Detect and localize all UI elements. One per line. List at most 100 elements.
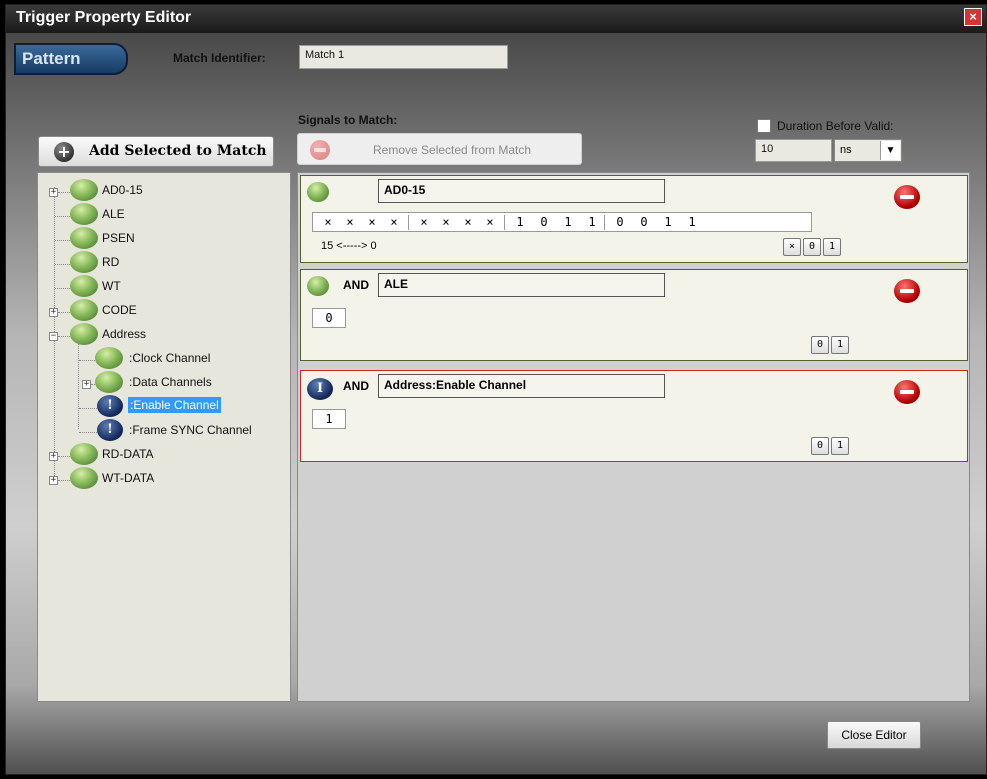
tree-item-label: ALE: [102, 207, 125, 221]
tree-item-label: RD: [102, 255, 120, 269]
signal-status-icon: [70, 251, 98, 273]
signal-status-icon: [95, 371, 123, 393]
collapse-icon[interactable]: −: [49, 332, 58, 341]
add-selected-label: Add Selected to Match: [89, 143, 267, 159]
match-condition-ale[interactable]: AND ALE 0 0 1: [300, 269, 968, 361]
bit-cell[interactable]: 1: [656, 215, 680, 229]
bit-cell[interactable]: 1: [556, 215, 580, 229]
tree-item[interactable]: ! :Enable Channel: [38, 395, 278, 417]
delete-match-icon[interactable]: [894, 380, 920, 404]
tree-item[interactable]: :Clock Channel: [38, 347, 278, 369]
close-window-icon[interactable]: ×: [964, 8, 982, 26]
tree-item[interactable]: + WT-DATA: [38, 467, 278, 489]
bit-cell[interactable]: 0: [632, 215, 656, 229]
tree-item-label: RD-DATA: [102, 447, 154, 461]
delete-match-icon[interactable]: [894, 279, 920, 303]
tree-item-label: AD0-15: [102, 183, 143, 197]
expand-icon[interactable]: +: [49, 308, 58, 317]
bit-cell[interactable]: ×: [456, 215, 480, 229]
signal-status-icon: [70, 467, 98, 489]
signal-status-icon: [70, 443, 98, 465]
tree-item[interactable]: + :Data Channels: [38, 371, 278, 393]
expand-icon[interactable]: +: [49, 188, 58, 197]
duration-value-input[interactable]: 10: [755, 139, 832, 162]
add-selected-to-match-button[interactable]: + Add Selected to Match: [38, 136, 274, 167]
signal-status-icon: [70, 299, 98, 321]
signal-status-icon: [70, 323, 98, 345]
set-one-button[interactable]: 1: [831, 437, 849, 455]
match-list: AD0-15 × × × × × × × × 1 0 1 1 0 0 1 1 1…: [297, 172, 970, 702]
tree-item[interactable]: RD: [38, 251, 278, 273]
duration-label: Duration Before Valid:: [777, 119, 894, 133]
signal-status-icon: [70, 203, 98, 225]
bit-cell[interactable]: ×: [382, 215, 406, 229]
info-icon: I: [307, 378, 333, 400]
signals-to-match-label: Signals to Match:: [298, 113, 398, 127]
match-signal-name: Address:Enable Channel: [378, 374, 665, 398]
signal-status-icon: [70, 275, 98, 297]
bit-cell[interactable]: ×: [338, 215, 362, 229]
warning-icon: !: [97, 419, 123, 441]
chevron-down-icon: ▼: [880, 141, 900, 160]
expand-icon[interactable]: +: [49, 476, 58, 485]
tree-item-label: CODE: [102, 303, 137, 317]
bit-cell[interactable]: 1: [580, 215, 604, 229]
trigger-property-editor-window: Trigger Property Editor × Pattern Match …: [5, 4, 987, 775]
match-condition-ad0-15[interactable]: AD0-15 × × × × × × × × 1 0 1 1 0 0 1 1 1…: [300, 175, 968, 263]
and-operator-label: AND: [343, 278, 369, 292]
bit-cell[interactable]: ×: [478, 215, 502, 229]
tree-item[interactable]: ! :Frame SYNC Channel: [38, 419, 278, 441]
signal-status-icon: [95, 347, 123, 369]
tree-item[interactable]: PSEN: [38, 227, 278, 249]
tree-item-label: :Frame SYNC Channel: [129, 423, 252, 437]
set-dontcare-button[interactable]: ×: [783, 238, 801, 256]
tree-item-label: :Clock Channel: [129, 351, 211, 365]
tree-item[interactable]: ALE: [38, 203, 278, 225]
set-one-button[interactable]: 1: [831, 336, 849, 354]
signal-value-field[interactable]: 0: [312, 308, 346, 328]
tree-item-label: Address: [102, 327, 147, 341]
signal-tree: + AD0-15 ALE PSEN RD WT + CODE − Address…: [37, 172, 291, 702]
bit-cell[interactable]: ×: [412, 215, 436, 229]
title-bar: Trigger Property Editor ×: [6, 5, 986, 33]
tree-item[interactable]: WT: [38, 275, 278, 297]
match-condition-address-enable[interactable]: I AND Address:Enable Channel 1 0 1: [300, 370, 968, 462]
bit-cell[interactable]: 1: [508, 215, 532, 229]
tree-item-label: :Data Channels: [129, 375, 212, 389]
expand-icon[interactable]: +: [82, 380, 91, 389]
remove-selected-from-match-button[interactable]: Remove Selected from Match: [297, 133, 582, 165]
match-identifier-input[interactable]: Match 1: [299, 45, 508, 69]
bit-cell[interactable]: 0: [608, 215, 632, 229]
tree-item[interactable]: + CODE: [38, 299, 278, 321]
set-zero-button[interactable]: 0: [811, 336, 829, 354]
warning-icon: !: [97, 395, 123, 417]
tree-item-label: PSEN: [102, 231, 135, 245]
signal-value-field[interactable]: 1: [312, 409, 346, 429]
tree-item[interactable]: + AD0-15: [38, 179, 278, 201]
match-identifier-label: Match Identifier:: [173, 51, 266, 65]
set-zero-button[interactable]: 0: [811, 437, 829, 455]
bit-range-label: 15 <-----> 0: [321, 240, 377, 252]
close-editor-button[interactable]: Close Editor: [827, 721, 921, 749]
bit-cell[interactable]: ×: [434, 215, 458, 229]
tree-item-label: WT-DATA: [102, 471, 155, 485]
tree-item[interactable]: + RD-DATA: [38, 443, 278, 465]
duration-checkbox[interactable]: [757, 119, 771, 133]
delete-match-icon[interactable]: [894, 185, 920, 209]
bit-cell[interactable]: ×: [360, 215, 384, 229]
bit-cell[interactable]: ×: [316, 215, 340, 229]
bit-cell[interactable]: 0: [532, 215, 556, 229]
duration-unit-select[interactable]: ns ▼: [834, 139, 902, 162]
bit-cell[interactable]: 1: [680, 215, 704, 229]
expand-icon[interactable]: +: [49, 452, 58, 461]
set-zero-button[interactable]: 0: [803, 238, 821, 256]
minus-icon: [310, 140, 330, 160]
match-signal-name: ALE: [378, 273, 665, 297]
window-title: Trigger Property Editor: [16, 9, 192, 26]
signal-status-icon: [70, 227, 98, 249]
bit-pattern-row[interactable]: × × × × × × × × 1 0 1 1 0 0 1 1: [312, 212, 812, 232]
tree-item[interactable]: − Address: [38, 323, 278, 345]
tab-pattern[interactable]: Pattern: [14, 43, 128, 75]
and-operator-label: AND: [343, 379, 369, 393]
set-one-button[interactable]: 1: [823, 238, 841, 256]
